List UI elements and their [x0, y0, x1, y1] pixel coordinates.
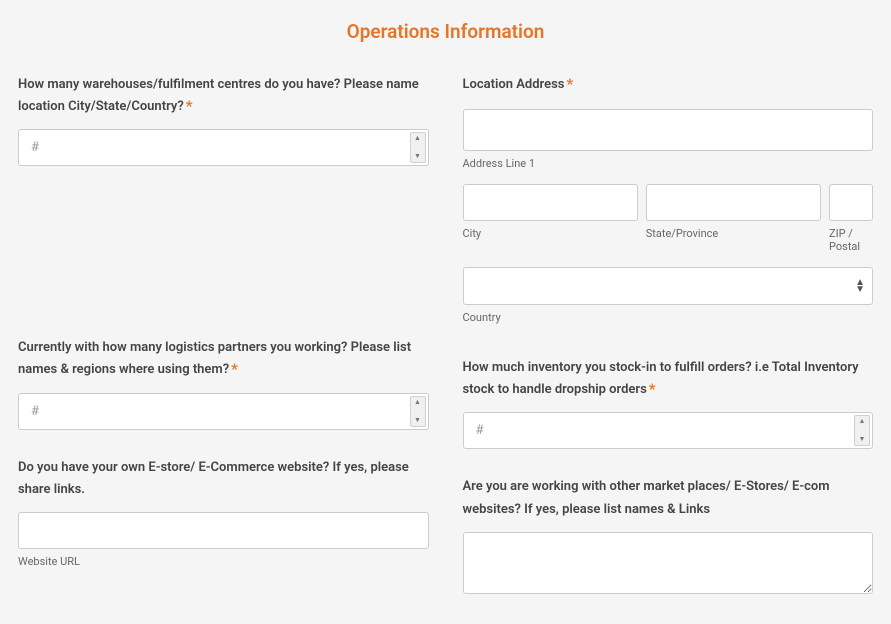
form-grid: How many warehouses/fulfilment centres d… — [18, 73, 873, 624]
logistics-field: Currently with how many logistics partne… — [18, 336, 429, 429]
warehouses-input[interactable] — [18, 129, 429, 166]
required-marker: * — [231, 360, 238, 378]
city-sublabel: City — [463, 227, 638, 240]
estore-input[interactable] — [18, 512, 429, 549]
page-title: Operations Information — [18, 20, 873, 43]
country-select[interactable] — [463, 267, 874, 305]
warehouses-field: How many warehouses/fulfilment centres d… — [18, 73, 429, 166]
estore-sublabel: Website URL — [18, 555, 429, 568]
inventory-field: How much inventory you stock-in to fulfi… — [463, 356, 874, 449]
address-line1-sublabel: Address Line 1 — [463, 157, 874, 170]
state-sublabel: State/Province — [646, 227, 821, 240]
estore-label: Do you have your own E-store/ E-Commerce… — [18, 460, 409, 497]
stepper-icon[interactable]: ▲▼ — [854, 415, 870, 446]
marketplaces-label: Are you are working with other market pl… — [463, 479, 830, 516]
location-address-field: Location Address* Address Line 1 City St… — [463, 73, 874, 324]
required-marker: * — [186, 97, 193, 115]
left-column: How many warehouses/fulfilment centres d… — [18, 73, 429, 624]
warehouses-label: How many warehouses/fulfilment centres d… — [18, 77, 419, 114]
zip-input[interactable] — [829, 184, 873, 221]
logistics-input[interactable] — [18, 393, 429, 430]
city-input[interactable] — [463, 184, 638, 221]
right-column: Location Address* Address Line 1 City St… — [463, 73, 874, 624]
address-line1-input[interactable] — [463, 109, 874, 151]
estore-field: Do you have your own E-store/ E-Commerce… — [18, 456, 429, 568]
country-sublabel: Country — [463, 311, 874, 324]
logistics-label: Currently with how many logistics partne… — [18, 340, 411, 377]
marketplaces-textarea[interactable] — [463, 532, 874, 594]
inventory-label: How much inventory you stock-in to fulfi… — [463, 360, 859, 397]
zip-sublabel: ZIP / Postal — [829, 227, 873, 253]
state-input[interactable] — [646, 184, 821, 221]
required-marker: * — [649, 380, 656, 398]
marketplaces-field: Are you are working with other market pl… — [463, 475, 874, 597]
stepper-icon[interactable]: ▲▼ — [410, 396, 426, 427]
location-address-label: Location Address — [463, 77, 565, 92]
required-marker: * — [566, 75, 573, 93]
inventory-input[interactable] — [463, 412, 874, 449]
stepper-icon[interactable]: ▲▼ — [410, 132, 426, 163]
